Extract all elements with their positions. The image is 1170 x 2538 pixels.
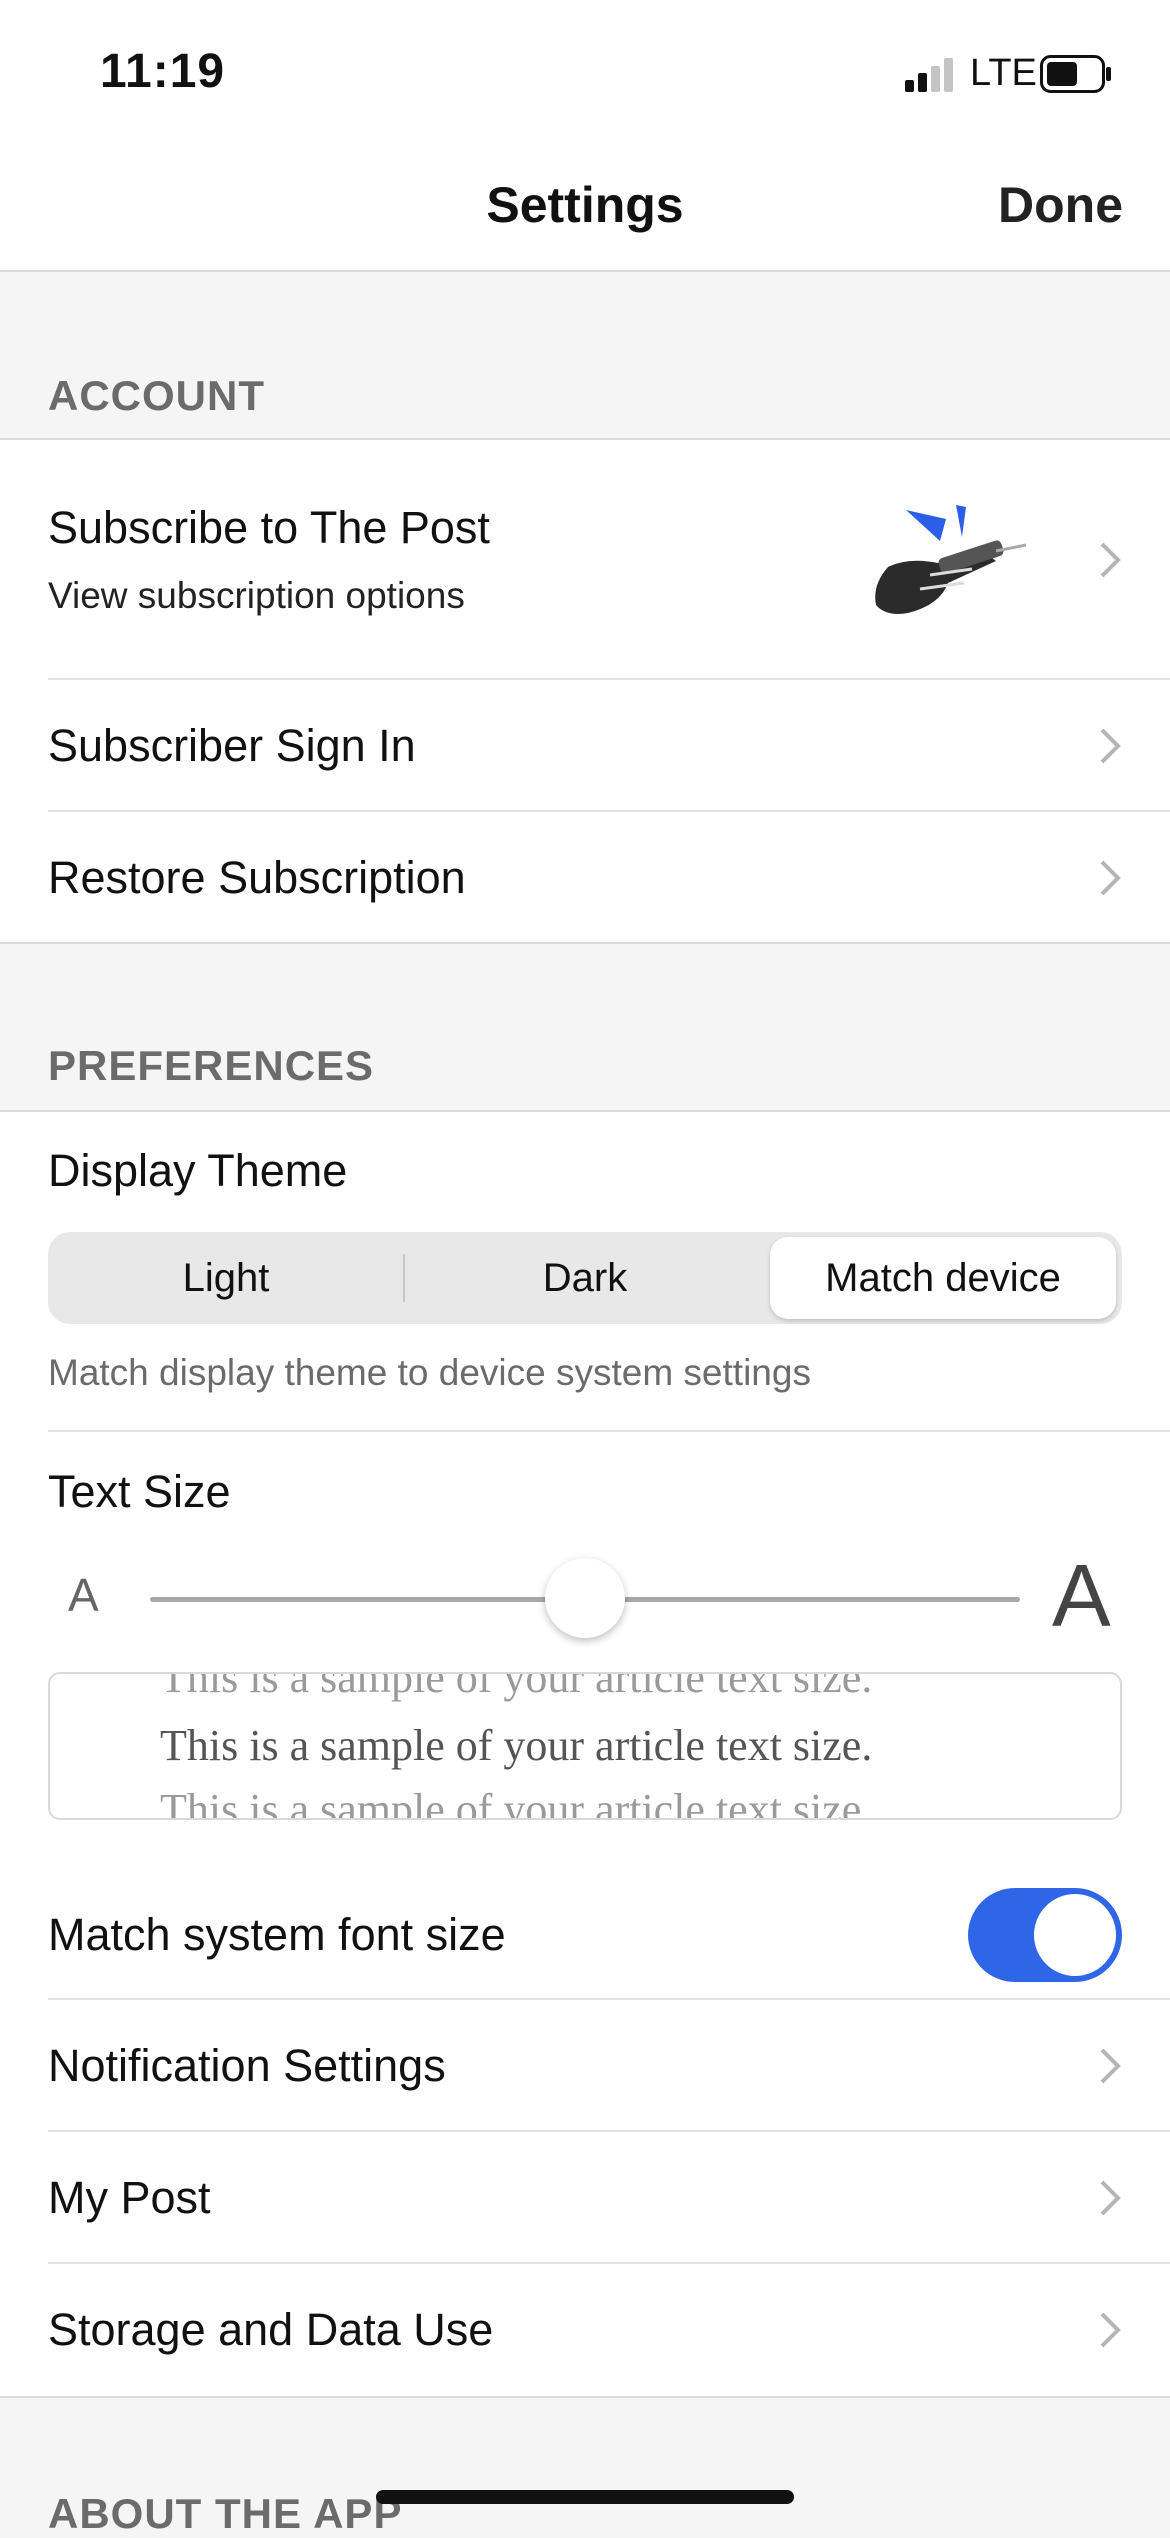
text-size-slider-thumb[interactable] (545, 1558, 625, 1638)
subscribe-subtitle: View subscription options (48, 575, 465, 616)
chevron-right-icon (1100, 2312, 1121, 2348)
cellular-signal-icon (905, 58, 953, 92)
my-post-label: My Post (48, 2172, 211, 2223)
chevron-right-icon (1100, 2180, 1121, 2216)
chevron-right-icon (1100, 542, 1121, 578)
chevron-right-icon (1100, 2048, 1121, 2084)
theme-option-dark[interactable]: Dark (406, 1232, 764, 1324)
subscriber-sign-in-label: Subscriber Sign In (48, 720, 416, 771)
done-button[interactable]: Done (998, 176, 1123, 234)
match-system-font-toggle[interactable] (968, 1888, 1122, 1982)
restore-subscription-label: Restore Subscription (48, 852, 466, 903)
text-size-max-label: A (1052, 1546, 1111, 1645)
segment-separator (403, 1254, 405, 1302)
subscribe-title: Subscribe to The Post (48, 502, 490, 553)
sample-text-line: This is a sample of your article text si… (160, 1672, 873, 1702)
home-indicator[interactable] (376, 2490, 794, 2504)
sample-text-line: This is a sample of your article text si… (160, 1785, 873, 1820)
section-header-preferences: PREFERENCES (48, 1042, 375, 1089)
theme-option-light[interactable]: Light (48, 1232, 404, 1324)
text-size-min-label: A (68, 1569, 99, 1621)
display-theme-label: Display Theme (48, 1145, 348, 1196)
chevron-right-icon (1100, 860, 1121, 896)
chevron-right-icon (1100, 728, 1121, 764)
divider (48, 1430, 1170, 1432)
toggle-knob (1034, 1894, 1116, 1976)
display-theme-hint: Match display theme to device system set… (48, 1352, 811, 1393)
match-system-font-label: Match system font size (48, 1909, 506, 1960)
storage-and-data-use-label: Storage and Data Use (48, 2304, 494, 2355)
network-type: LTE (970, 52, 1037, 94)
subscribe-promo-illustration (875, 505, 1027, 614)
section-header-about: ABOUT THE APP (48, 2490, 403, 2537)
sample-text-line: This is a sample of your article text si… (160, 1721, 873, 1770)
section-header-account: ACCOUNT (48, 372, 265, 419)
text-size-label: Text Size (48, 1466, 231, 1517)
status-time: 11:19 (100, 45, 226, 98)
battery-icon (1040, 55, 1111, 93)
page-title: Settings (486, 177, 684, 233)
notification-settings-label: Notification Settings (48, 2040, 446, 2091)
theme-option-match-device[interactable]: Match device (770, 1232, 1116, 1324)
text-size-preview: This is a sample of your article text si… (48, 1672, 1122, 1820)
display-theme-segmented-control: Light Dark Match device (48, 1232, 1122, 1324)
